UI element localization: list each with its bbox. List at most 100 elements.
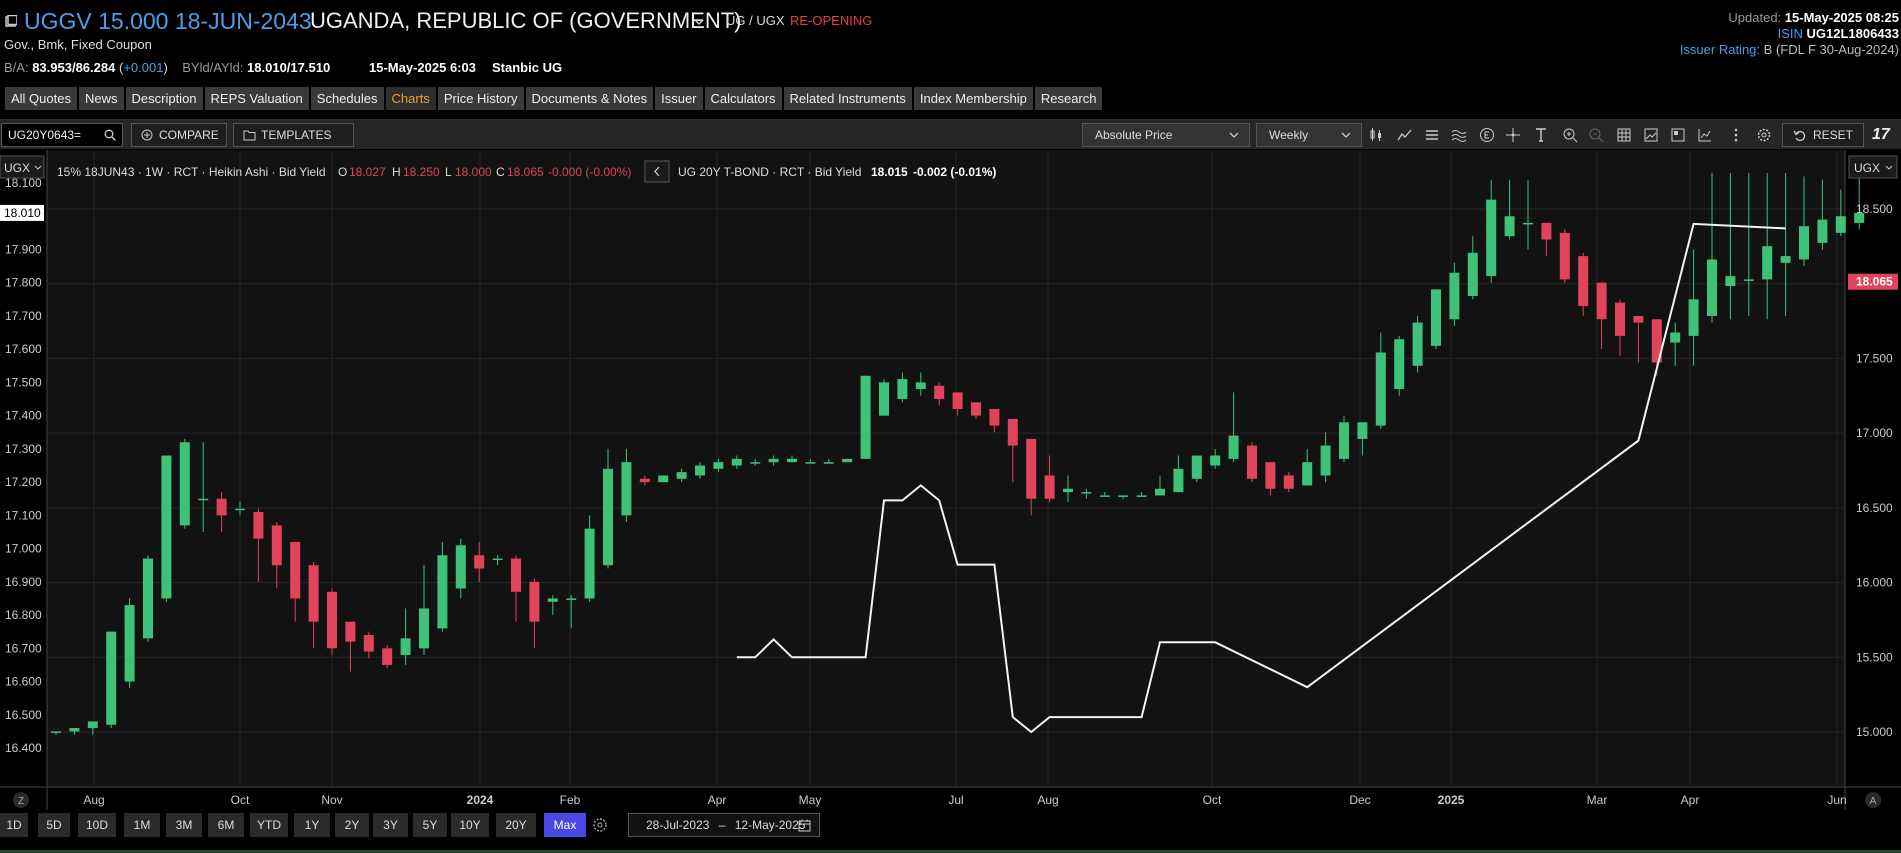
search-icon[interactable]	[104, 129, 116, 141]
candle-body	[69, 728, 80, 732]
reset-label: RESET	[1813, 128, 1854, 142]
candle-body	[915, 382, 926, 390]
range-20y[interactable]: 20Y	[496, 813, 536, 837]
reset-button[interactable]: RESET	[1782, 123, 1864, 147]
templates-button[interactable]: TEMPLATES	[233, 123, 354, 147]
candle-body	[1523, 222, 1533, 225]
candle-body	[290, 541, 301, 599]
zoom-out-icon[interactable]	[1588, 127, 1604, 143]
more-vertical-icon[interactable]	[1728, 127, 1744, 143]
range-10d[interactable]: 10D	[78, 813, 116, 837]
studies-list-icon[interactable]	[1424, 127, 1440, 143]
layout-icon[interactable]	[1670, 127, 1686, 143]
plot-background	[47, 150, 1845, 787]
issuer-rating: Issuer Rating: B (FDL F 30-Aug-2024)	[1680, 42, 1899, 57]
range-1m[interactable]: 1M	[124, 813, 160, 837]
crosshair-icon[interactable]	[1505, 127, 1521, 143]
candle-body	[382, 648, 393, 665]
indicators-icon[interactable]	[1397, 127, 1413, 143]
issuer-name[interactable]: UGANDA, REPUBLIC OF (GOVERNMENT)	[310, 8, 741, 34]
text-tool-icon[interactable]	[1533, 127, 1549, 143]
waves-icon[interactable]	[1451, 127, 1467, 143]
range-5d[interactable]: 5D	[38, 813, 70, 837]
legend-collapse-button	[644, 160, 670, 183]
x-tick-label: Oct	[231, 793, 250, 807]
range-max[interactable]: Max	[544, 813, 586, 837]
range-1d[interactable]: 1D	[0, 813, 28, 837]
range-3m[interactable]: 3M	[166, 813, 202, 837]
candle-body	[584, 528, 595, 599]
candle-body	[639, 478, 650, 483]
candle-body	[492, 558, 503, 561]
tab-reps-valuation[interactable]: REPS Valuation	[204, 87, 309, 110]
currency-pair: UG / UGX	[726, 13, 785, 28]
candle-body	[345, 621, 356, 642]
legend-o-label: O	[338, 165, 347, 179]
instrument-icon	[5, 15, 17, 27]
gear-icon[interactable]	[592, 817, 608, 833]
range-6m[interactable]: 6M	[208, 813, 244, 837]
chevron-down-icon	[1229, 132, 1239, 138]
chevron-down-icon	[1341, 132, 1351, 138]
tab-all-quotes[interactable]: All Quotes	[5, 87, 77, 110]
candle-body	[1099, 495, 1110, 497]
tab-related-instruments[interactable]: Related Instruments	[783, 87, 912, 110]
left-tick-label: 17.200	[5, 475, 42, 489]
interval-select[interactable]: Weekly	[1256, 123, 1362, 147]
tab-news[interactable]: News	[78, 87, 124, 110]
tab-charts[interactable]: Charts	[385, 87, 436, 110]
candle-body	[419, 608, 429, 649]
chart-area[interactable]: 18.10018.00017.90017.80017.70017.60017.5…	[0, 150, 1901, 810]
range-10y[interactable]: 10Y	[451, 813, 489, 837]
rating-value: B (FDL F 30-Aug-2024)	[1763, 42, 1899, 57]
candle-body	[1412, 322, 1423, 366]
tab-calculators[interactable]: Calculators	[704, 87, 782, 110]
price-chart[interactable]: 18.10018.00017.90017.80017.70017.60017.5…	[0, 150, 1901, 810]
candle-body	[1559, 232, 1570, 280]
candle-body	[161, 455, 172, 599]
tradingview-logo: 17	[1872, 126, 1890, 143]
right-tick-label: 17.500	[1856, 351, 1893, 365]
candle-body	[713, 462, 724, 469]
chart-type-icon[interactable]	[1368, 127, 1384, 143]
left-tick-label: 17.100	[5, 508, 42, 522]
gear-icon[interactable]	[1756, 127, 1772, 143]
left-tick-label: 17.300	[5, 442, 42, 456]
legend-c-label: C	[496, 165, 505, 179]
range-1y[interactable]: 1Y	[294, 813, 330, 837]
range-3y[interactable]: 3Y	[373, 813, 408, 837]
tab-research[interactable]: Research	[1034, 87, 1103, 110]
candle-body	[1615, 302, 1625, 336]
chevron-down-icon[interactable]	[694, 18, 704, 26]
events-icon[interactable]	[1479, 127, 1495, 143]
tab-schedules[interactable]: Schedules	[310, 87, 384, 110]
date-from: 28-Jul-2023	[646, 818, 710, 832]
image-export-icon[interactable]	[1643, 127, 1659, 143]
tab-documents-notes[interactable]: Documents & Notes	[525, 87, 654, 110]
candle-body	[271, 525, 282, 566]
tab-price-history[interactable]: Price History	[437, 87, 524, 110]
bid-ask-change: +0.001	[123, 60, 164, 75]
candle-body	[1394, 339, 1405, 390]
range-2y[interactable]: 2Y	[335, 813, 369, 837]
candle-body	[989, 409, 1000, 426]
price-type-select[interactable]: Absolute Price	[1082, 123, 1250, 147]
compare-button[interactable]: COMPARE	[131, 123, 227, 147]
date-range-picker[interactable]: 28-Jul-2023 – 12-May-2025	[628, 813, 820, 837]
zoom-in-icon[interactable]	[1562, 127, 1578, 143]
rating-label[interactable]: Issuer Rating:	[1680, 42, 1760, 57]
candle-body	[1044, 475, 1055, 499]
tab-issuer[interactable]: Issuer	[655, 87, 703, 110]
left-axis: 18.10018.00017.90017.80017.70017.60017.5…	[0, 155, 45, 755]
candle-body	[1780, 256, 1791, 263]
analytics-icon[interactable]	[1697, 127, 1713, 143]
table-icon[interactable]	[1616, 127, 1632, 143]
right-tick-label: 15.500	[1856, 650, 1893, 664]
range-ytd[interactable]: YTD	[250, 813, 288, 837]
date-separator: –	[718, 818, 726, 832]
right-tick-label: 17.000	[1856, 426, 1893, 440]
tab-description[interactable]: Description	[125, 87, 203, 110]
candle-body	[695, 465, 705, 476]
range-5y[interactable]: 5Y	[413, 813, 447, 837]
tab-index-membership[interactable]: Index Membership	[913, 87, 1033, 110]
